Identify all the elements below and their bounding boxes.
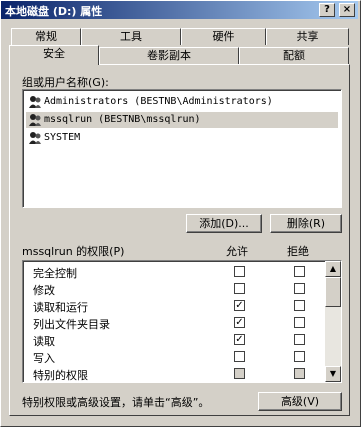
- user-group-icon: [29, 96, 41, 108]
- permission-name: 写入: [33, 352, 55, 365]
- permissions-label: mssqlrun 的权限(P): [22, 245, 125, 258]
- allow-checkbox[interactable]: ✓: [234, 300, 245, 311]
- tab-security[interactable]: 安全: [9, 45, 99, 65]
- permission-name: 读取: [33, 335, 55, 348]
- tab-general[interactable]: 常规: [11, 28, 81, 45]
- permission-name: 读取和运行: [33, 301, 88, 314]
- deny-checkbox[interactable]: [294, 266, 305, 277]
- title-bar[interactable]: 本地磁盘 (D:) 属性 ? ×: [1, 1, 358, 19]
- table-row: 特别的权限: [23, 365, 323, 382]
- deny-checkbox[interactable]: [294, 351, 305, 362]
- permission-name: 特别的权限: [33, 369, 88, 382]
- add-button[interactable]: 添加(D)...: [186, 214, 262, 233]
- tab-sharing[interactable]: 共享: [266, 28, 349, 45]
- advanced-note: 特别权限或高级设置，请单击“高级”。: [22, 396, 210, 409]
- deny-checkbox[interactable]: [294, 334, 305, 345]
- user-name: SYSTEM: [44, 132, 81, 143]
- user-name: Administrators (BESTNB\Administrators): [44, 96, 273, 107]
- scroll-thumb[interactable]: [325, 277, 341, 307]
- deny-checkbox[interactable]: [294, 283, 305, 294]
- user-list[interactable]: Administrators (BESTNB\Administrators) m…: [22, 89, 342, 208]
- deny-checkbox: [294, 368, 305, 379]
- list-item[interactable]: mssqlrun (BESTNB\mssqlrun): [26, 112, 338, 128]
- close-button[interactable]: ×: [339, 3, 355, 17]
- vertical-scrollbar[interactable]: ▲ ▼: [325, 261, 341, 382]
- allow-header: 允许: [226, 245, 248, 258]
- allow-checkbox[interactable]: [234, 283, 245, 294]
- user-group-icon: [29, 132, 41, 144]
- table-row: 读取 ✓: [23, 331, 323, 348]
- user-group-icon: [29, 114, 41, 126]
- tab-shadow-copies[interactable]: 卷影副本: [99, 47, 239, 64]
- permission-name: 修改: [33, 284, 55, 297]
- permission-name: 列出文件夹目录: [33, 318, 110, 331]
- group-or-user-label: 组或用户名称(G):: [22, 76, 109, 89]
- allow-checkbox[interactable]: [234, 351, 245, 362]
- permissions-list: 完全控制 修改 读取和运行 ✓ 列出文件夹目录 ✓ 读取 ✓ 写入 特别的权限 …: [22, 260, 342, 383]
- remove-button[interactable]: 删除(R): [270, 214, 342, 233]
- window-title: 本地磁盘 (D:) 属性: [5, 5, 103, 18]
- table-row: 修改: [23, 280, 323, 297]
- table-row: 列出文件夹目录 ✓: [23, 314, 323, 331]
- scroll-down-icon[interactable]: ▼: [325, 366, 341, 382]
- allow-checkbox[interactable]: ✓: [234, 334, 245, 345]
- user-name: mssqlrun (BESTNB\mssqlrun): [44, 114, 201, 125]
- tab-tools[interactable]: 工具: [81, 28, 181, 45]
- list-item[interactable]: SYSTEM: [26, 130, 338, 146]
- tab-quota[interactable]: 配额: [239, 47, 349, 64]
- tab-hardware[interactable]: 硬件: [181, 28, 266, 45]
- allow-checkbox: [234, 368, 245, 379]
- advanced-button[interactable]: 高级(V): [258, 392, 342, 411]
- permission-name: 完全控制: [33, 267, 77, 280]
- help-button[interactable]: ?: [319, 3, 335, 17]
- allow-checkbox[interactable]: ✓: [234, 317, 245, 328]
- allow-checkbox[interactable]: [234, 266, 245, 277]
- scroll-up-icon[interactable]: ▲: [325, 261, 341, 277]
- list-item[interactable]: Administrators (BESTNB\Administrators): [26, 94, 338, 110]
- deny-header: 拒绝: [287, 245, 309, 258]
- deny-checkbox[interactable]: [294, 317, 305, 328]
- table-row: 完全控制: [23, 263, 323, 280]
- table-row: 写入: [23, 348, 323, 365]
- table-row: 读取和运行 ✓: [23, 297, 323, 314]
- deny-checkbox[interactable]: [294, 300, 305, 311]
